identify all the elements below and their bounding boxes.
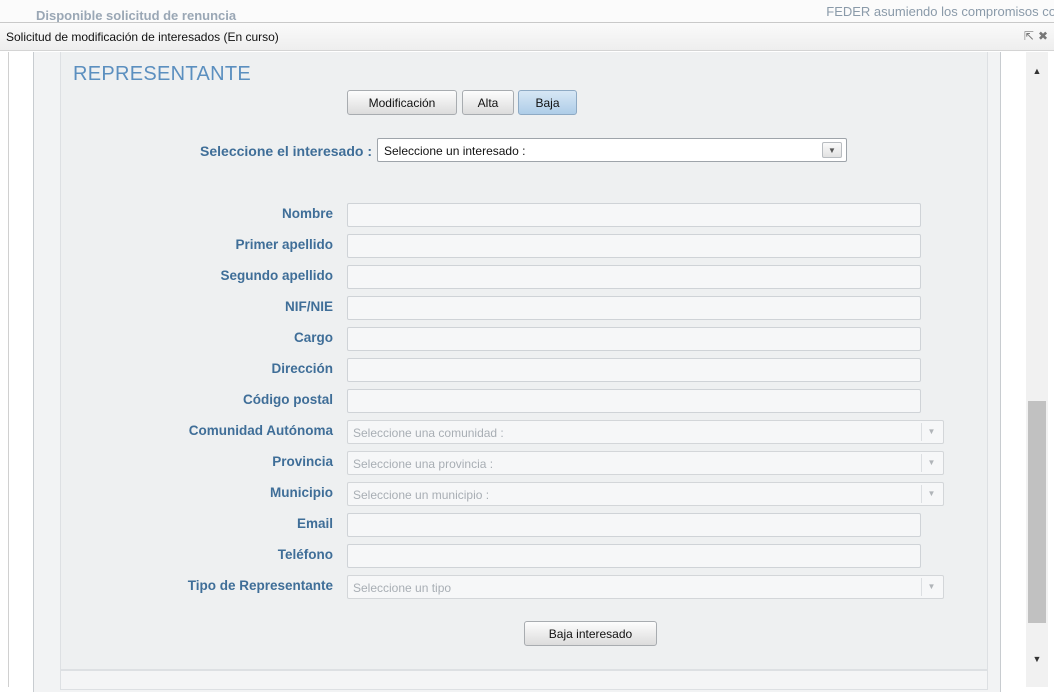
scrollbar-thumb[interactable] — [1028, 401, 1046, 623]
tipo-representante-select-value: Seleccione un tipo — [353, 581, 452, 595]
codigo-postal-label: Código postal — [243, 392, 333, 407]
modificacion-button[interactable]: Modificación — [347, 90, 457, 115]
next-panel — [60, 670, 988, 690]
provincia-select[interactable]: Seleccione una provincia : ▼ — [347, 451, 944, 475]
telefono-field[interactable] — [347, 544, 921, 568]
baja-interesado-button[interactable]: Baja interesado — [524, 621, 657, 646]
background-page: Disponible solicitud de renuncia FEDER a… — [0, 0, 1054, 22]
cargo-field[interactable] — [347, 327, 921, 351]
baja-button[interactable]: Baja — [518, 90, 577, 115]
provincia-select-value: Seleccione una provincia : — [353, 457, 494, 471]
background-left-text: Disponible solicitud de renuncia — [36, 8, 237, 22]
nif-field[interactable] — [347, 296, 921, 320]
segundo-apellido-label: Segundo apellido — [220, 268, 333, 283]
stakeholder-select[interactable]: Seleccione un interesado : ▼ — [377, 138, 847, 162]
chevron-down-icon[interactable]: ▼ — [921, 423, 941, 441]
dialog-titlebar[interactable]: Solicitud de modificación de interesados… — [0, 23, 1054, 51]
scroll-down-icon[interactable]: ▼ — [1026, 654, 1048, 668]
section-title: REPRESENTANTE — [73, 63, 252, 85]
close-icon[interactable]: ✖ — [1038, 29, 1052, 43]
popout-icon[interactable]: ⇱ — [1024, 29, 1038, 43]
background-right-text: FEDER asumiendo los compromisos co — [826, 4, 1054, 19]
tipo-representante-select[interactable]: Seleccione un tipo ▼ — [347, 575, 944, 599]
chevron-down-icon[interactable]: ▼ — [921, 485, 941, 503]
comunidad-select[interactable]: Seleccione una comunidad : ▼ — [347, 420, 944, 444]
primer-apellido-label: Primer apellido — [235, 237, 333, 252]
direccion-label: Dirección — [271, 361, 333, 376]
left-divider — [8, 52, 9, 687]
direccion-field[interactable] — [347, 358, 921, 382]
stakeholder-select-value: Seleccione un interesado : — [384, 144, 526, 158]
chevron-down-icon[interactable]: ▼ — [921, 578, 941, 596]
codigo-postal-field[interactable] — [347, 389, 921, 413]
telefono-label: Teléfono — [277, 547, 333, 562]
modify-stakeholders-dialog: Solicitud de modificación de interesados… — [0, 22, 1054, 692]
provincia-label: Provincia — [272, 454, 333, 469]
alta-button[interactable]: Alta — [462, 90, 514, 115]
comunidad-select-value: Seleccione una comunidad : — [353, 426, 504, 440]
municipio-label: Municipio — [270, 485, 333, 500]
nif-label: NIF/NIE — [284, 299, 333, 314]
chevron-down-icon[interactable]: ▼ — [921, 454, 941, 472]
vertical-scrollbar[interactable]: ▲ ▼ — [1026, 52, 1048, 687]
cargo-label: Cargo — [293, 330, 333, 345]
comunidad-label: Comunidad Autónoma — [188, 423, 333, 438]
segundo-apellido-field[interactable] — [347, 265, 921, 289]
municipio-select-value: Seleccione un municipio : — [353, 488, 490, 502]
tipo-representante-label: Tipo de Representante — [187, 578, 333, 593]
primer-apellido-field[interactable] — [347, 234, 921, 258]
email-label: Email — [296, 516, 333, 531]
municipio-select[interactable]: Seleccione un municipio : ▼ — [347, 482, 944, 506]
nombre-label: Nombre — [281, 206, 333, 221]
select-stakeholder-label: Seleccione el interesado : — [200, 143, 372, 159]
email-field[interactable] — [347, 513, 921, 537]
nombre-field[interactable] — [347, 203, 921, 227]
chevron-down-icon[interactable]: ▼ — [822, 142, 842, 158]
scroll-up-icon[interactable]: ▲ — [1026, 66, 1048, 80]
dialog-title: Solicitud de modificación de interesados… — [6, 30, 279, 44]
